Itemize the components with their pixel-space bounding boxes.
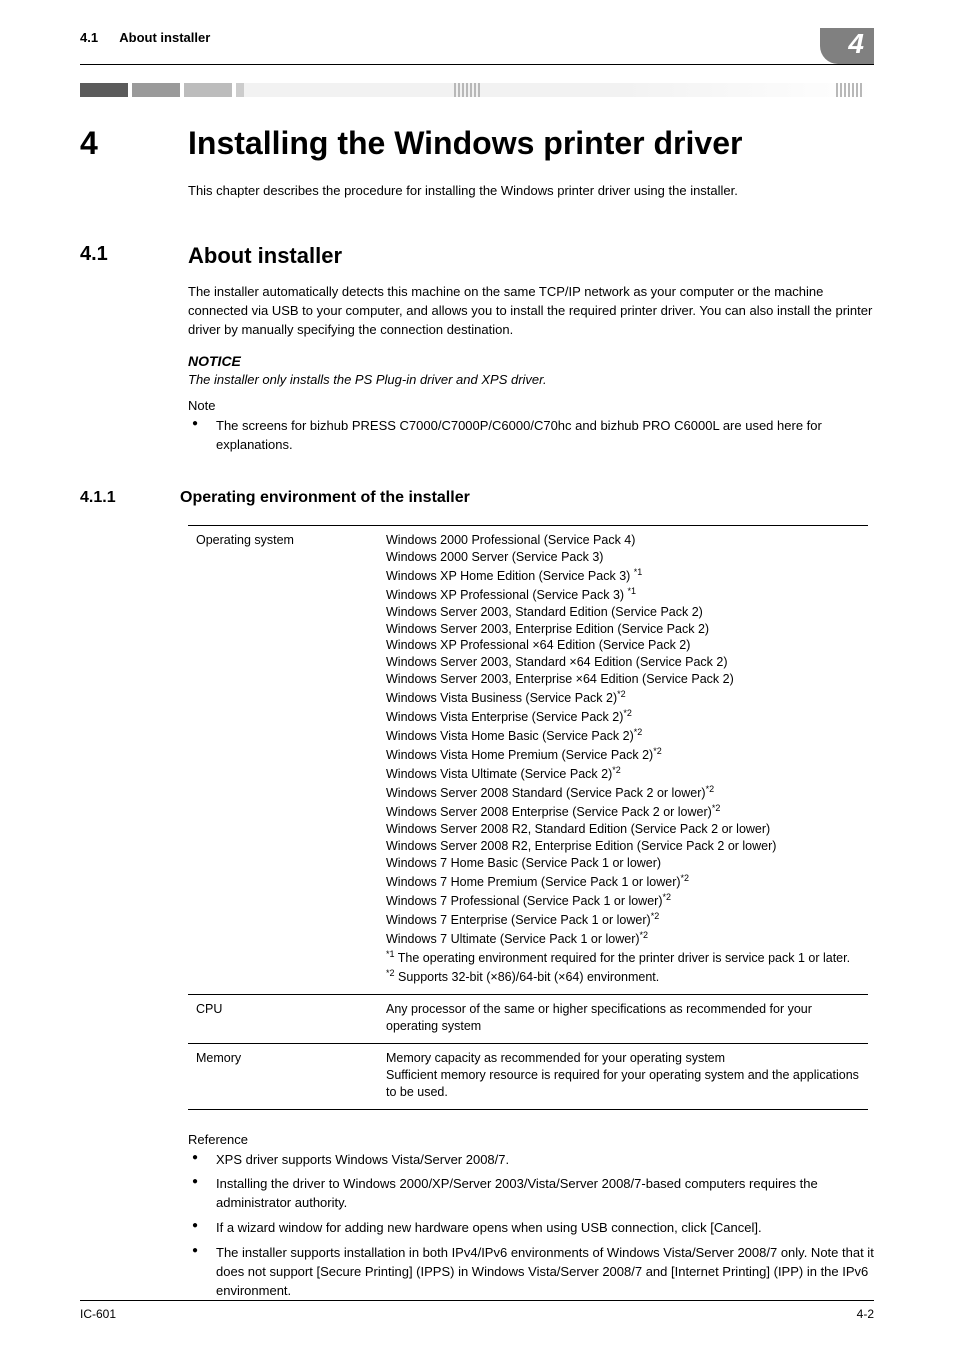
notice-label: NOTICE: [188, 353, 874, 369]
os-line: Windows Server 2008 R2, Standard Edition…: [386, 821, 860, 838]
os-line: Windows Server 2003, Enterprise Edition …: [386, 621, 860, 638]
page-footer: IC-601 4-2: [80, 1300, 874, 1321]
table-row: Operating system Windows 2000 Profession…: [188, 525, 868, 994]
os-line: Windows XP Professional (Service Pack 3)…: [386, 585, 860, 604]
table-row: CPU Any processor of the same or higher …: [188, 995, 868, 1044]
subsection-heading-4-1-1: 4.1.1 Operating environment of the insta…: [80, 489, 874, 507]
os-line: Windows Server 2008 Standard (Service Pa…: [386, 783, 860, 802]
spec-label-os: Operating system: [188, 525, 378, 994]
os-line: Windows Vista Home Basic (Service Pack 2…: [386, 726, 860, 745]
reference-label: Reference: [188, 1132, 874, 1147]
chapter-number: 4: [80, 125, 140, 162]
os-line: Windows Vista Business (Service Pack 2)*…: [386, 688, 860, 707]
subsection-number: 4.1.1: [80, 489, 140, 507]
decorative-strip: [80, 83, 874, 97]
footer-left: IC-601: [80, 1307, 116, 1321]
os-line: Windows Server 2003, Standard ×64 Editio…: [386, 654, 860, 671]
section-body: The installer automatically detects this…: [188, 283, 874, 340]
note-list: The screens for bizhub PRESS C7000/C7000…: [188, 417, 874, 455]
os-line: Windows Vista Enterprise (Service Pack 2…: [386, 707, 860, 726]
os-line: Windows 7 Professional (Service Pack 1 o…: [386, 891, 860, 910]
header-title: About installer: [119, 30, 210, 45]
list-item: The installer supports installation in b…: [188, 1244, 874, 1301]
subsection-title: Operating environment of the installer: [180, 489, 470, 507]
header-number: 4.1: [80, 30, 98, 45]
page-content: 4 Installing the Windows printer driver …: [0, 125, 954, 1300]
list-item: The screens for bizhub PRESS C7000/C7000…: [188, 417, 874, 455]
os-line: Windows XP Home Edition (Service Pack 3)…: [386, 566, 860, 585]
os-line: Windows XP Professional ×64 Edition (Ser…: [386, 637, 860, 654]
chapter-title: Installing the Windows printer driver: [188, 125, 742, 162]
list-item: XPS driver supports Windows Vista/Server…: [188, 1151, 874, 1170]
os-line: *2 Supports 32-bit (×86)/64-bit (×64) en…: [386, 967, 860, 986]
os-line: Windows 2000 Professional (Service Pack …: [386, 532, 860, 549]
spec-label-memory: Memory: [188, 1043, 378, 1109]
spec-value-cpu: Any processor of the same or higher spec…: [378, 995, 868, 1044]
chapter-heading: 4 Installing the Windows printer driver: [80, 125, 874, 162]
os-line: Windows 2000 Server (Service Pack 3): [386, 549, 860, 566]
table-row: Memory Memory capacity as recommended fo…: [188, 1043, 868, 1109]
section-number: 4.1: [80, 243, 140, 269]
os-line: Windows Server 2008 Enterprise (Service …: [386, 802, 860, 821]
os-line: Windows Server 2003, Standard Edition (S…: [386, 604, 860, 621]
os-line: Windows 7 Home Basic (Service Pack 1 or …: [386, 855, 860, 872]
os-line: Windows 7 Enterprise (Service Pack 1 or …: [386, 910, 860, 929]
os-line: Windows Server 2008 R2, Enterprise Editi…: [386, 838, 860, 855]
os-line: Windows Vista Home Premium (Service Pack…: [386, 745, 860, 764]
list-item: If a wizard window for adding new hardwa…: [188, 1219, 874, 1238]
os-line: *1 The operating environment required fo…: [386, 948, 860, 967]
note-label: Note: [188, 398, 874, 413]
header-section-ref: 4.1 About installer: [80, 30, 210, 45]
section-heading-4-1: 4.1 About installer: [80, 243, 874, 269]
spec-table: Operating system Windows 2000 Profession…: [188, 525, 868, 1110]
os-line: Windows 7 Home Premium (Service Pack 1 o…: [386, 872, 860, 891]
list-item: Installing the driver to Windows 2000/XP…: [188, 1175, 874, 1213]
spec-value-os: Windows 2000 Professional (Service Pack …: [378, 525, 868, 994]
spec-label-cpu: CPU: [188, 995, 378, 1044]
chapter-intro: This chapter describes the procedure for…: [188, 182, 874, 201]
reference-list: XPS driver supports Windows Vista/Server…: [188, 1151, 874, 1301]
section-title: About installer: [188, 243, 342, 269]
notice-text: The installer only installs the PS Plug-…: [188, 371, 874, 390]
os-line: Windows Vista Ultimate (Service Pack 2)*…: [386, 764, 860, 783]
footer-right: 4-2: [857, 1307, 874, 1321]
chapter-badge: 4: [820, 28, 874, 64]
os-line: Windows 7 Ultimate (Service Pack 1 or lo…: [386, 929, 860, 948]
page-header: 4.1 About installer 4: [80, 0, 874, 65]
os-line: Windows Server 2003, Enterprise ×64 Edit…: [386, 671, 860, 688]
spec-value-memory: Memory capacity as recommended for your …: [378, 1043, 868, 1109]
